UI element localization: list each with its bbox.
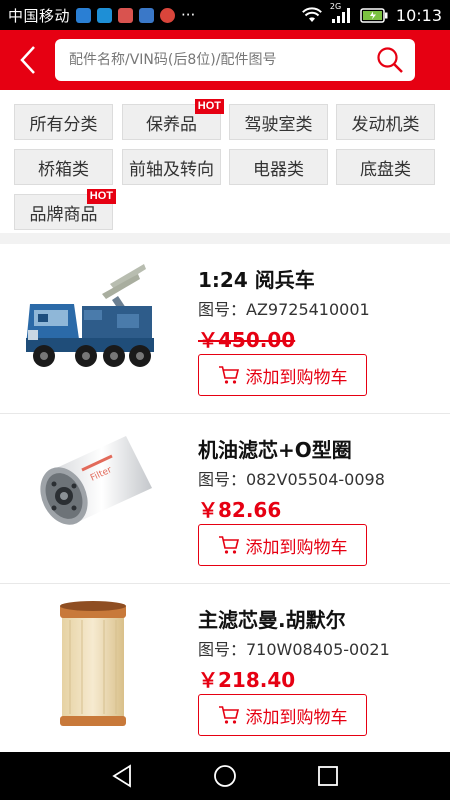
category-label: 所有分类 (29, 114, 98, 135)
product-item[interactable]: 1:24 阅兵车 图号：AZ9725410001 ￥450.00 添加到购物车 (0, 244, 450, 414)
add-to-cart-button[interactable]: 添加到购物车 (198, 354, 367, 396)
category-grid: 所有分类 保养品 HOT 驾驶室类 发动机类 桥箱类 前轴及转向 电器类 底盘类… (0, 90, 450, 233)
clock: 10:13 (395, 5, 442, 25)
nav-recents-button[interactable] (308, 756, 348, 796)
product-price: ￥82.66 (198, 498, 282, 522)
product-list: 1:24 阅兵车 图号：AZ9725410001 ￥450.00 添加到购物车 … (0, 244, 450, 754)
category-label: 桥箱类 (38, 159, 89, 180)
search-icon (377, 47, 403, 73)
status-left: 中国移动 ··· (8, 5, 195, 26)
add-to-cart-button[interactable]: 添加到购物车 (198, 524, 367, 566)
product-item[interactable]: 主滤芯曼.胡默尔 图号：710W08405-0021 ￥218.40 添加到购物… (0, 584, 450, 754)
carrier-label: 中国移动 (8, 6, 71, 25)
add-to-cart-button[interactable]: 添加到购物车 (198, 694, 367, 736)
triangle-back-icon (111, 764, 131, 788)
product-item[interactable]: Filter 机油滤芯+O型圈 图号：082V05504-0098 ￥82.66… (0, 414, 450, 584)
category-label: 前轴及转向 (129, 159, 214, 180)
category-label: 保养品 (146, 114, 197, 135)
product-code: 图号：710W08405-0021 (198, 640, 390, 659)
category-tag-maintenance[interactable]: 保养品 HOT (122, 99, 224, 140)
square-recents-icon (318, 766, 339, 786)
usb-icon (97, 7, 113, 23)
status-right: 2G 10:13 (301, 2, 442, 25)
category-tag-electrical[interactable]: 电器类 (229, 149, 328, 185)
cart-icon (218, 706, 239, 724)
hot-badge: HOT (194, 99, 224, 114)
product-name: 1:24 阅兵车 (198, 268, 315, 292)
circle-home-icon (214, 765, 236, 787)
product-price: ￥450.00 (198, 328, 296, 352)
status-bar: 中国移动 ··· 2G 10:13 (0, 0, 450, 30)
search-button[interactable] (365, 39, 415, 81)
more-notifications-icon: ··· (181, 6, 196, 24)
signal-icon: 2G (330, 2, 352, 23)
product-code: 图号：082V05504-0098 (198, 470, 385, 489)
add-to-cart-label: 添加到购物车 (245, 367, 348, 388)
battery-icon (360, 7, 388, 23)
category-tag-steering[interactable]: 前轴及转向 (122, 149, 221, 185)
app-notification-icon (118, 7, 134, 23)
system-nav-bar (0, 752, 450, 800)
product-image-parade-truck (26, 264, 154, 367)
header-bar (0, 30, 450, 90)
category-tag-engine[interactable]: 发动机类 (336, 104, 435, 140)
search-box (55, 39, 415, 81)
product-price: ￥218.40 (198, 668, 296, 692)
category-label: 驾驶室类 (244, 114, 313, 135)
product-name: 机油滤芯+O型圈 (198, 438, 352, 462)
chevron-left-icon (19, 46, 35, 74)
category-tag-cab[interactable]: 驾驶室类 (229, 104, 328, 140)
product-code: 图号：AZ9725410001 (198, 300, 370, 319)
product-image-oil-filter: Filter (40, 436, 152, 525)
category-label: 底盘类 (360, 159, 411, 180)
product-image-main-filter (60, 601, 126, 726)
category-tag-all[interactable]: 所有分类 (14, 104, 113, 140)
category-tag-brand[interactable]: 品牌商品 HOT (14, 189, 116, 230)
nav-back-button[interactable] (102, 756, 142, 796)
category-label: 发动机类 (351, 114, 420, 135)
hot-badge: HOT (86, 189, 116, 204)
back-button[interactable] (0, 30, 55, 90)
cart-icon (218, 366, 239, 384)
image-notification-icon (139, 7, 155, 23)
category-tag-chassis[interactable]: 底盘类 (336, 149, 435, 185)
category-label: 电器类 (253, 159, 304, 180)
category-tag-axle[interactable]: 桥箱类 (14, 149, 113, 185)
add-to-cart-label: 添加到购物车 (245, 707, 348, 728)
add-to-cart-label: 添加到购物车 (245, 537, 348, 558)
app-notification-icon (76, 7, 92, 23)
nav-home-button[interactable] (205, 756, 245, 796)
cart-icon (218, 536, 239, 554)
wifi-icon (301, 7, 322, 22)
product-name: 主滤芯曼.胡默尔 (198, 608, 346, 632)
block-notification-icon (160, 7, 176, 23)
search-input[interactable] (69, 52, 365, 68)
